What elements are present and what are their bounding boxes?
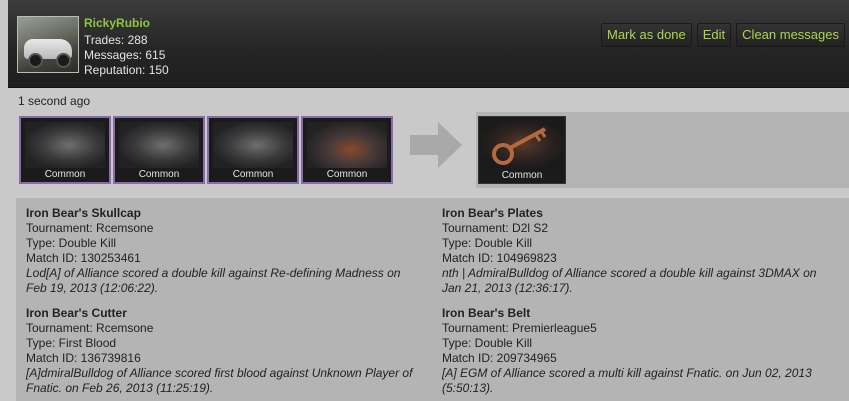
given-item-cutter[interactable]: Common <box>207 116 299 184</box>
item-image <box>213 122 293 168</box>
item-rarity: Common <box>326 169 368 180</box>
item-name: Iron Bear's Cutter <box>26 306 127 320</box>
key-icon <box>483 121 563 167</box>
item-details-panel: Iron Bear's Skullcap Tournament: Rcemson… <box>16 198 849 401</box>
item-image <box>307 122 387 168</box>
description-line: Jan 21, 2013 (12:36:17). <box>442 281 573 295</box>
user-avatar[interactable] <box>17 16 79 73</box>
given-item-plates[interactable]: Common <box>113 116 205 184</box>
kill-type: Type: First Blood <box>26 336 117 350</box>
username-link[interactable]: RickyRubio <box>84 16 150 30</box>
mark-as-done-button[interactable]: Mark as done <box>601 23 692 47</box>
description-line: nth | AdmiralBulldog of Alliance scored … <box>442 266 817 280</box>
match-id: Match ID: 209734965 <box>442 351 557 365</box>
tournament: Tournament: D2l S2 <box>442 221 549 235</box>
kill-type: Type: Double Kill <box>26 236 117 250</box>
description-line: Feb 19, 2013 (12:06:22). <box>26 281 159 295</box>
item-rarity: Common <box>501 170 543 181</box>
item-image <box>119 122 199 168</box>
messages-count: Messages: 615 <box>84 48 166 62</box>
timestamp: 1 second ago <box>18 94 91 108</box>
received-item-key[interactable]: Common <box>478 116 566 184</box>
item-image <box>25 122 105 168</box>
match-id: Match ID: 136739816 <box>26 351 141 365</box>
detail-entry-skullcap: Iron Bear's Skullcap Tournament: Rcemson… <box>26 206 430 296</box>
description-line: (5:50:13). <box>442 381 494 395</box>
tournament: Tournament: Rcemsone <box>26 321 154 335</box>
item-name: Iron Bear's Skullcap <box>26 206 141 220</box>
reputation-count: Reputation: 150 <box>84 63 169 77</box>
item-rarity: Common <box>232 169 274 180</box>
tournament: Tournament: Rcemsone <box>26 221 154 235</box>
kill-type: Type: Double Kill <box>442 336 533 350</box>
edit-button[interactable]: Edit <box>696 23 732 47</box>
description-line: [A] EGM of Alliance scored a multi kill … <box>442 366 812 380</box>
description-line: Lod[A] of Alliance scored a double kill … <box>26 266 401 280</box>
trade-header: RickyRubio Trades: 288 Messages: 615 Rep… <box>8 0 849 88</box>
detail-entry-belt: Iron Bear's Belt Tournament: Premierleag… <box>442 306 846 396</box>
description-line: Fnatic. on Feb 26, 2013 (11:25:19). <box>26 381 214 395</box>
action-buttons: Mark as done Edit Clean messages <box>601 23 845 47</box>
description-line: [A]dmiralBulldog of Alliance scored firs… <box>26 366 413 380</box>
item-rarity: Common <box>44 169 86 180</box>
tournament: Tournament: Premierleague5 <box>442 321 597 335</box>
detail-entry-cutter: Iron Bear's Cutter Tournament: Rcemsone … <box>26 306 430 396</box>
detail-entry-plates: Iron Bear's Plates Tournament: D2l S2 Ty… <box>442 206 846 296</box>
given-item-belt[interactable]: Common <box>301 116 393 184</box>
wheel-shape <box>28 53 43 68</box>
trade-arrow-icon <box>410 122 462 168</box>
item-name: Iron Bear's Plates <box>442 206 543 220</box>
item-name: Iron Bear's Belt <box>442 306 531 320</box>
trades-count: Trades: 288 <box>84 33 148 47</box>
match-id: Match ID: 104969823 <box>442 251 557 265</box>
wheel-shape <box>56 53 71 68</box>
kill-type: Type: Double Kill <box>442 236 533 250</box>
match-id: Match ID: 130253461 <box>26 251 141 265</box>
item-rarity: Common <box>138 169 180 180</box>
given-item-skullcap[interactable]: Common <box>19 116 111 184</box>
clean-messages-button[interactable]: Clean messages <box>736 23 845 47</box>
